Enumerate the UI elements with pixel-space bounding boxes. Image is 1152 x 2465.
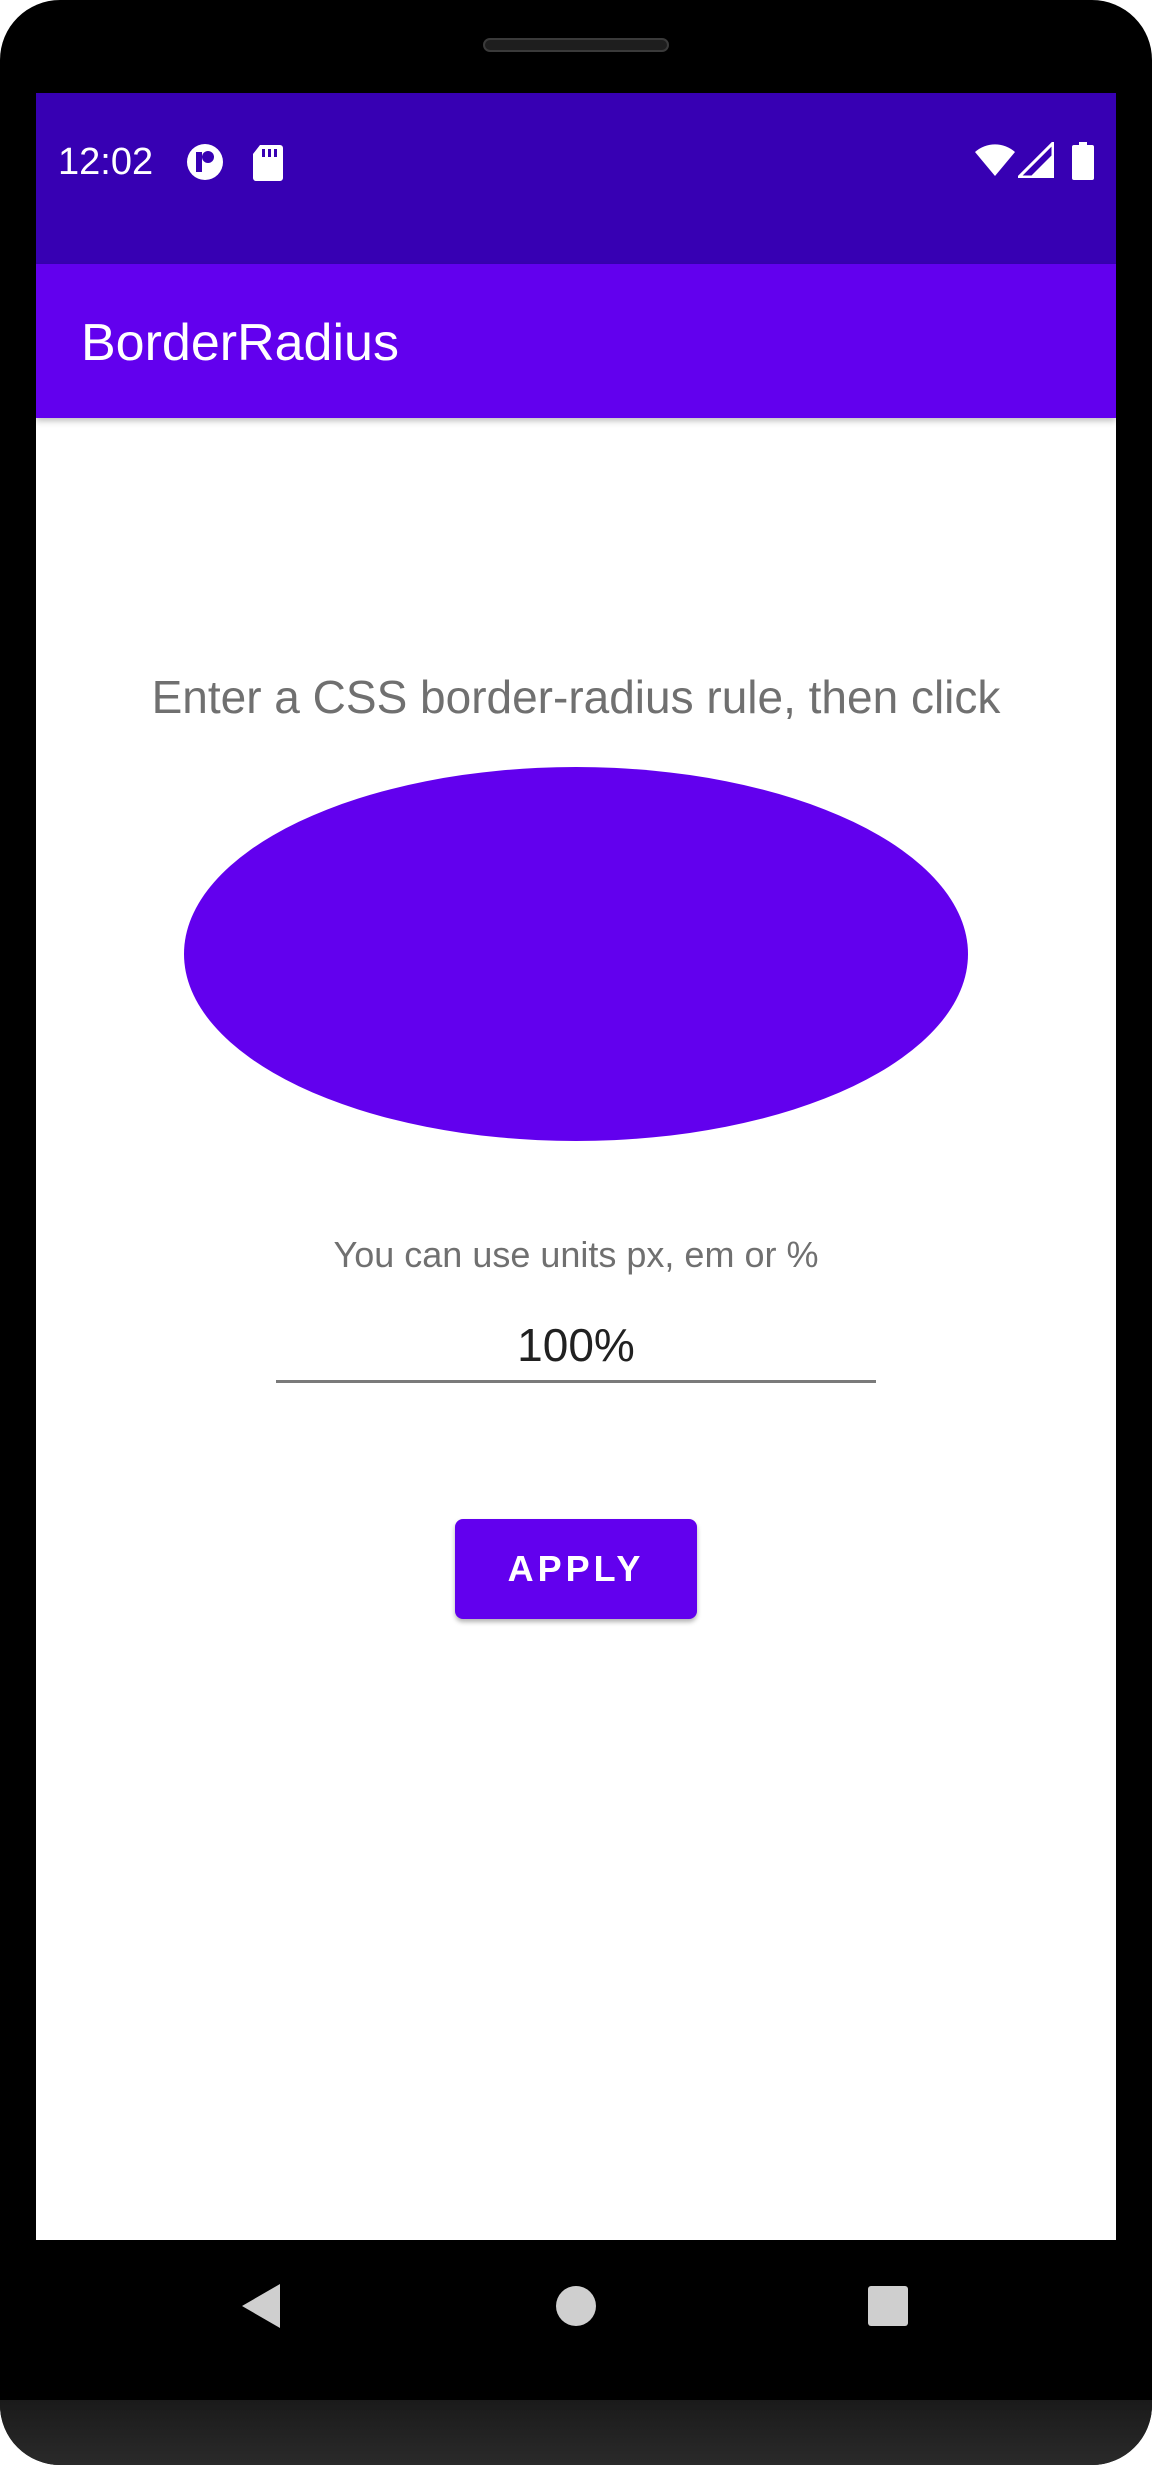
wifi-icon bbox=[974, 142, 1016, 183]
battery-icon bbox=[1072, 142, 1094, 185]
circle-dot-icon bbox=[185, 142, 225, 187]
app-bar: BorderRadius bbox=[36, 264, 1116, 418]
signal-icon bbox=[1015, 139, 1055, 183]
border-radius-input[interactable] bbox=[276, 1309, 876, 1383]
apply-button[interactable]: APPLY bbox=[455, 1519, 697, 1619]
units-hint: You can use units px, em or % bbox=[333, 1234, 819, 1275]
app-title: BorderRadius bbox=[81, 314, 399, 372]
back-icon[interactable] bbox=[238, 2282, 286, 2335]
bottom-bezel bbox=[0, 2400, 1152, 2465]
home-icon[interactable] bbox=[554, 2282, 598, 2335]
device-frame: 12:02 BorderRadius Enter a CSS border-ra… bbox=[0, 0, 1152, 2465]
speaker-grille bbox=[483, 38, 669, 52]
instruction-text: Enter a CSS border-radius rule, then cli… bbox=[151, 671, 1001, 723]
status-time: 12:02 bbox=[58, 141, 154, 183]
status-bar: 12:02 bbox=[36, 93, 1116, 264]
screen: 12:02 BorderRadius Enter a CSS border-ra… bbox=[36, 93, 1116, 2240]
recents-icon[interactable] bbox=[866, 2282, 910, 2335]
border-radius-preview bbox=[184, 767, 968, 1141]
sd-card-icon bbox=[250, 142, 284, 187]
